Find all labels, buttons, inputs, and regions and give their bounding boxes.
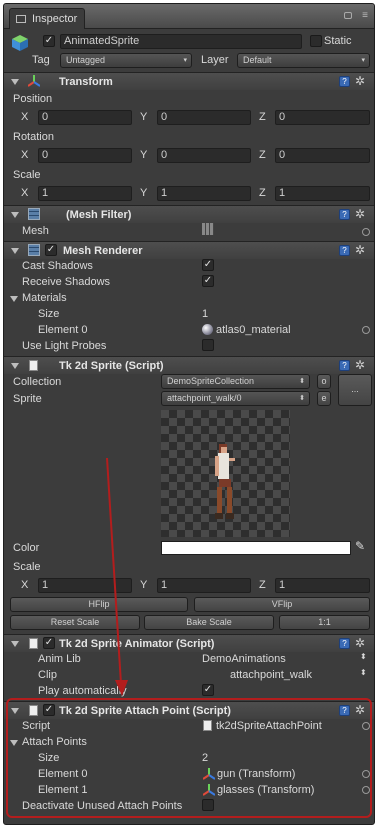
annotation-arrow (106, 457, 128, 696)
inspector-window: Inspector ≡ ✓ AnimatedSprite Static Tag … (3, 3, 375, 825)
